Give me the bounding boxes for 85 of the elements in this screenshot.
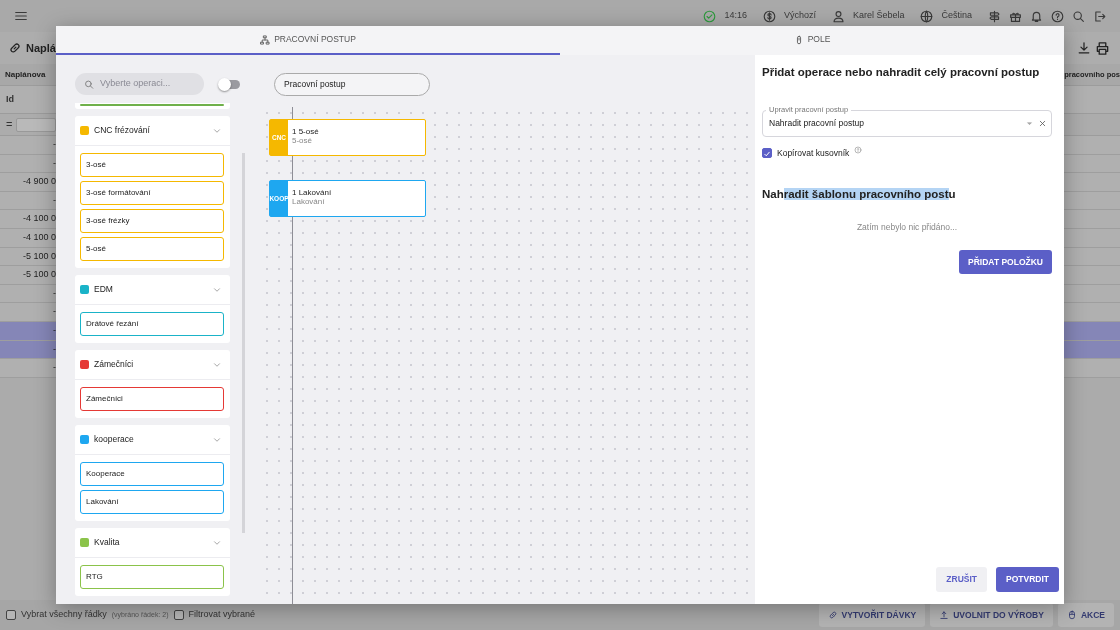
column-header: Naplánova — [5, 68, 46, 81]
checkbox[interactable] — [6, 610, 16, 620]
checkbox[interactable] — [173, 610, 184, 620]
table-cell-text: - — [52, 361, 56, 375]
table-cell-text: - — [52, 156, 56, 170]
empty-message: Zatím nebylo nic přidáno... — [855, 220, 959, 234]
search-icon[interactable] — [1072, 9, 1085, 23]
operation-item[interactable]: 3-osé formátování — [80, 181, 224, 205]
add-item-button[interactable]: PŘIDAT POLOŽKU — [959, 249, 1052, 275]
operation-item[interactable]: Drátové řezání — [80, 312, 224, 336]
coin-icon[interactable] — [762, 9, 776, 23]
node-title: 1 Lakování — [292, 189, 332, 198]
group-name: kooperace — [94, 433, 135, 446]
table-cell-text: - — [52, 342, 56, 356]
mouse-icon — [1066, 610, 1077, 620]
node-subtitle: 5-osé — [292, 136, 313, 146]
action-button[interactable]: VYTVOŘIT DÁVKY — [818, 602, 926, 628]
table-cell-text: -4 100 0 — [21, 212, 56, 226]
panel-title: Přidat operace nebo nahradit celý pracovní postup — [762, 66, 1041, 80]
filter-operator[interactable]: = — [6, 116, 13, 133]
group-header[interactable]: EDM — [75, 275, 230, 305]
workflow-name-field[interactable]: Pracovní postup — [274, 73, 430, 96]
language-link[interactable]: Čeština — [941, 9, 972, 23]
table-cell-text: -4 100 0 — [21, 231, 56, 244]
select-value: Nahradit pracovní postup — [769, 116, 865, 130]
table-cell-text: - — [52, 193, 56, 207]
user-icon[interactable] — [831, 9, 845, 23]
checkbox-label: Filtrovat vybrané — [188, 608, 256, 622]
toggle-switch[interactable] — [220, 79, 240, 89]
search-field[interactable]: Vyberte operaci... — [100, 77, 195, 91]
table-cell-text: - — [52, 138, 56, 152]
operation-item[interactable]: Kooperace — [80, 462, 224, 486]
operation-item[interactable]: Lakování — [80, 490, 224, 514]
signpost-icon[interactable] — [988, 9, 1001, 23]
group-name: CNC frézování — [94, 124, 151, 137]
link-icon — [827, 610, 838, 620]
operation-item[interactable]: 3-osé frézky — [80, 209, 224, 233]
group-header[interactable]: Kvalita — [75, 528, 230, 558]
user-name[interactable]: Karel Šebela — [852, 9, 905, 23]
table-cell-text: -5 100 0 — [21, 249, 56, 263]
column-header: Id — [6, 92, 14, 106]
print-icon[interactable] — [1095, 40, 1110, 56]
action-button[interactable]: AKCE — [1057, 602, 1114, 628]
close-icon[interactable] — [1038, 118, 1047, 128]
search-icon — [84, 78, 94, 90]
globe-icon[interactable] — [920, 9, 934, 23]
operation-item[interactable]: 3-osé — [80, 153, 224, 177]
tab[interactable]: POLE — [560, 26, 1064, 55]
confirm-button[interactable]: POTVRDIT — [996, 567, 1059, 592]
check-circle-icon[interactable] — [703, 9, 717, 23]
checkbox-label: Vybrat všechny řádky — [21, 608, 107, 622]
action-button[interactable]: UVOLNIT DO VÝROBY — [930, 602, 1053, 628]
cancel-button[interactable]: ZRUŠIT — [936, 567, 987, 592]
menu-icon[interactable] — [14, 9, 28, 23]
node-subtitle: Lakování — [292, 197, 326, 207]
page-title: Naplá — [26, 40, 56, 56]
table-cell-text: -5 100 0 — [21, 268, 56, 282]
filter-field[interactable] — [16, 117, 57, 132]
group-name: EDM — [94, 283, 114, 296]
logout-icon[interactable] — [1093, 9, 1106, 23]
upload-icon — [939, 610, 950, 620]
operation-item[interactable]: Zámečníci — [80, 387, 224, 411]
table-cell-text: - — [52, 324, 56, 337]
group-name: Kvalita — [94, 536, 121, 549]
table-cell-text: - — [52, 286, 56, 300]
search-box[interactable]: Vyberte operaci... — [75, 73, 204, 95]
link-icon — [8, 41, 22, 55]
group-header[interactable]: Zámečníci — [75, 350, 230, 380]
clock-time[interactable]: 14:16 — [724, 9, 747, 23]
group-name: Zámečníci — [94, 358, 135, 371]
operation-item[interactable]: RTG — [80, 565, 224, 589]
table-cell-text: - — [52, 305, 56, 319]
download-icon[interactable] — [1077, 41, 1091, 55]
operation-item[interactable]: 5-osé — [80, 237, 224, 261]
checkbox-label[interactable]: Kopírovat kusovník — [777, 146, 850, 160]
profile-link[interactable]: Výchozí — [783, 9, 816, 23]
checkbox[interactable] — [762, 148, 772, 159]
node-title: 1 5-osé — [292, 128, 319, 137]
section-heading: Nahradit šablonu pracovního postu — [762, 186, 957, 202]
help-icon[interactable] — [1051, 9, 1064, 23]
bell-icon[interactable] — [1030, 9, 1043, 23]
group-header[interactable]: CNC frézování — [75, 116, 230, 146]
table-cell-text: -4 900 0 — [21, 175, 56, 189]
group-header[interactable]: kooperace — [75, 425, 230, 455]
sitemap-icon — [260, 34, 271, 45]
